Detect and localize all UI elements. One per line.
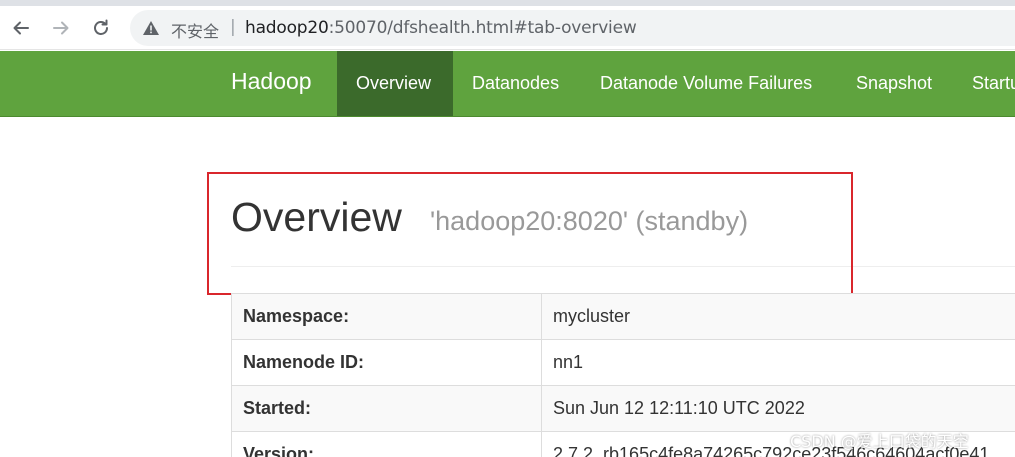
screenshot-root: 不安全 | hadoop20:50070/dfshealth.html#tab-… (0, 0, 1015, 457)
table-key: Namenode ID: (231, 339, 542, 386)
tab-snapshot[interactable]: Snapshot (837, 51, 951, 116)
table-key: Namespace: (231, 293, 542, 340)
url-text[interactable]: hadoop20:50070/dfshealth.html#tab-overvi… (245, 18, 637, 38)
table-row: Namespace: mycluster (231, 293, 1015, 340)
url-separator: | (230, 17, 236, 37)
hadoop-navbar: Hadoop Overview Datanodes Datanode Volum… (0, 51, 1015, 117)
table-row: Namenode ID: nn1 (231, 339, 1015, 386)
csdn-watermark: CSDN @爱上口袋的天空 (790, 432, 969, 451)
tab-overview[interactable]: Overview (337, 51, 453, 116)
table-key: Version: (231, 431, 542, 457)
security-label[interactable]: 不安全 (171, 18, 219, 42)
table-value: nn1 (541, 339, 1015, 386)
table-value: Sun Jun 12 12:11:10 UTC 2022 (541, 385, 1015, 432)
table-row: Started: Sun Jun 12 12:11:10 UTC 2022 (231, 385, 1015, 432)
tab-datanodes[interactable]: Datanodes (453, 51, 578, 116)
tab-datanode-volume-failures[interactable]: Datanode Volume Failures (581, 51, 831, 116)
reload-icon (94, 19, 108, 35)
table-key: Started: (231, 385, 542, 432)
address-bar[interactable]: 不安全 | hadoop20:50070/dfshealth.html#tab-… (130, 10, 1015, 46)
tab-startup-progress[interactable]: Startu (953, 51, 1015, 116)
url-host: hadoop20 (245, 18, 329, 38)
url-path: :50070/dfshealth.html#tab-overview (328, 18, 637, 38)
reload-button[interactable] (89, 16, 113, 40)
annotation-highlight-box (207, 172, 853, 295)
arrow-left-icon (13, 21, 29, 35)
back-button[interactable] (9, 16, 33, 40)
arrow-right-icon (53, 21, 69, 35)
forward-button[interactable] (49, 16, 73, 40)
browser-toolbar: 不安全 | hadoop20:50070/dfshealth.html#tab-… (0, 6, 1015, 50)
navbar-brand[interactable]: Hadoop (231, 68, 312, 95)
table-value: mycluster (541, 293, 1015, 340)
warning-icon[interactable] (142, 19, 160, 37)
